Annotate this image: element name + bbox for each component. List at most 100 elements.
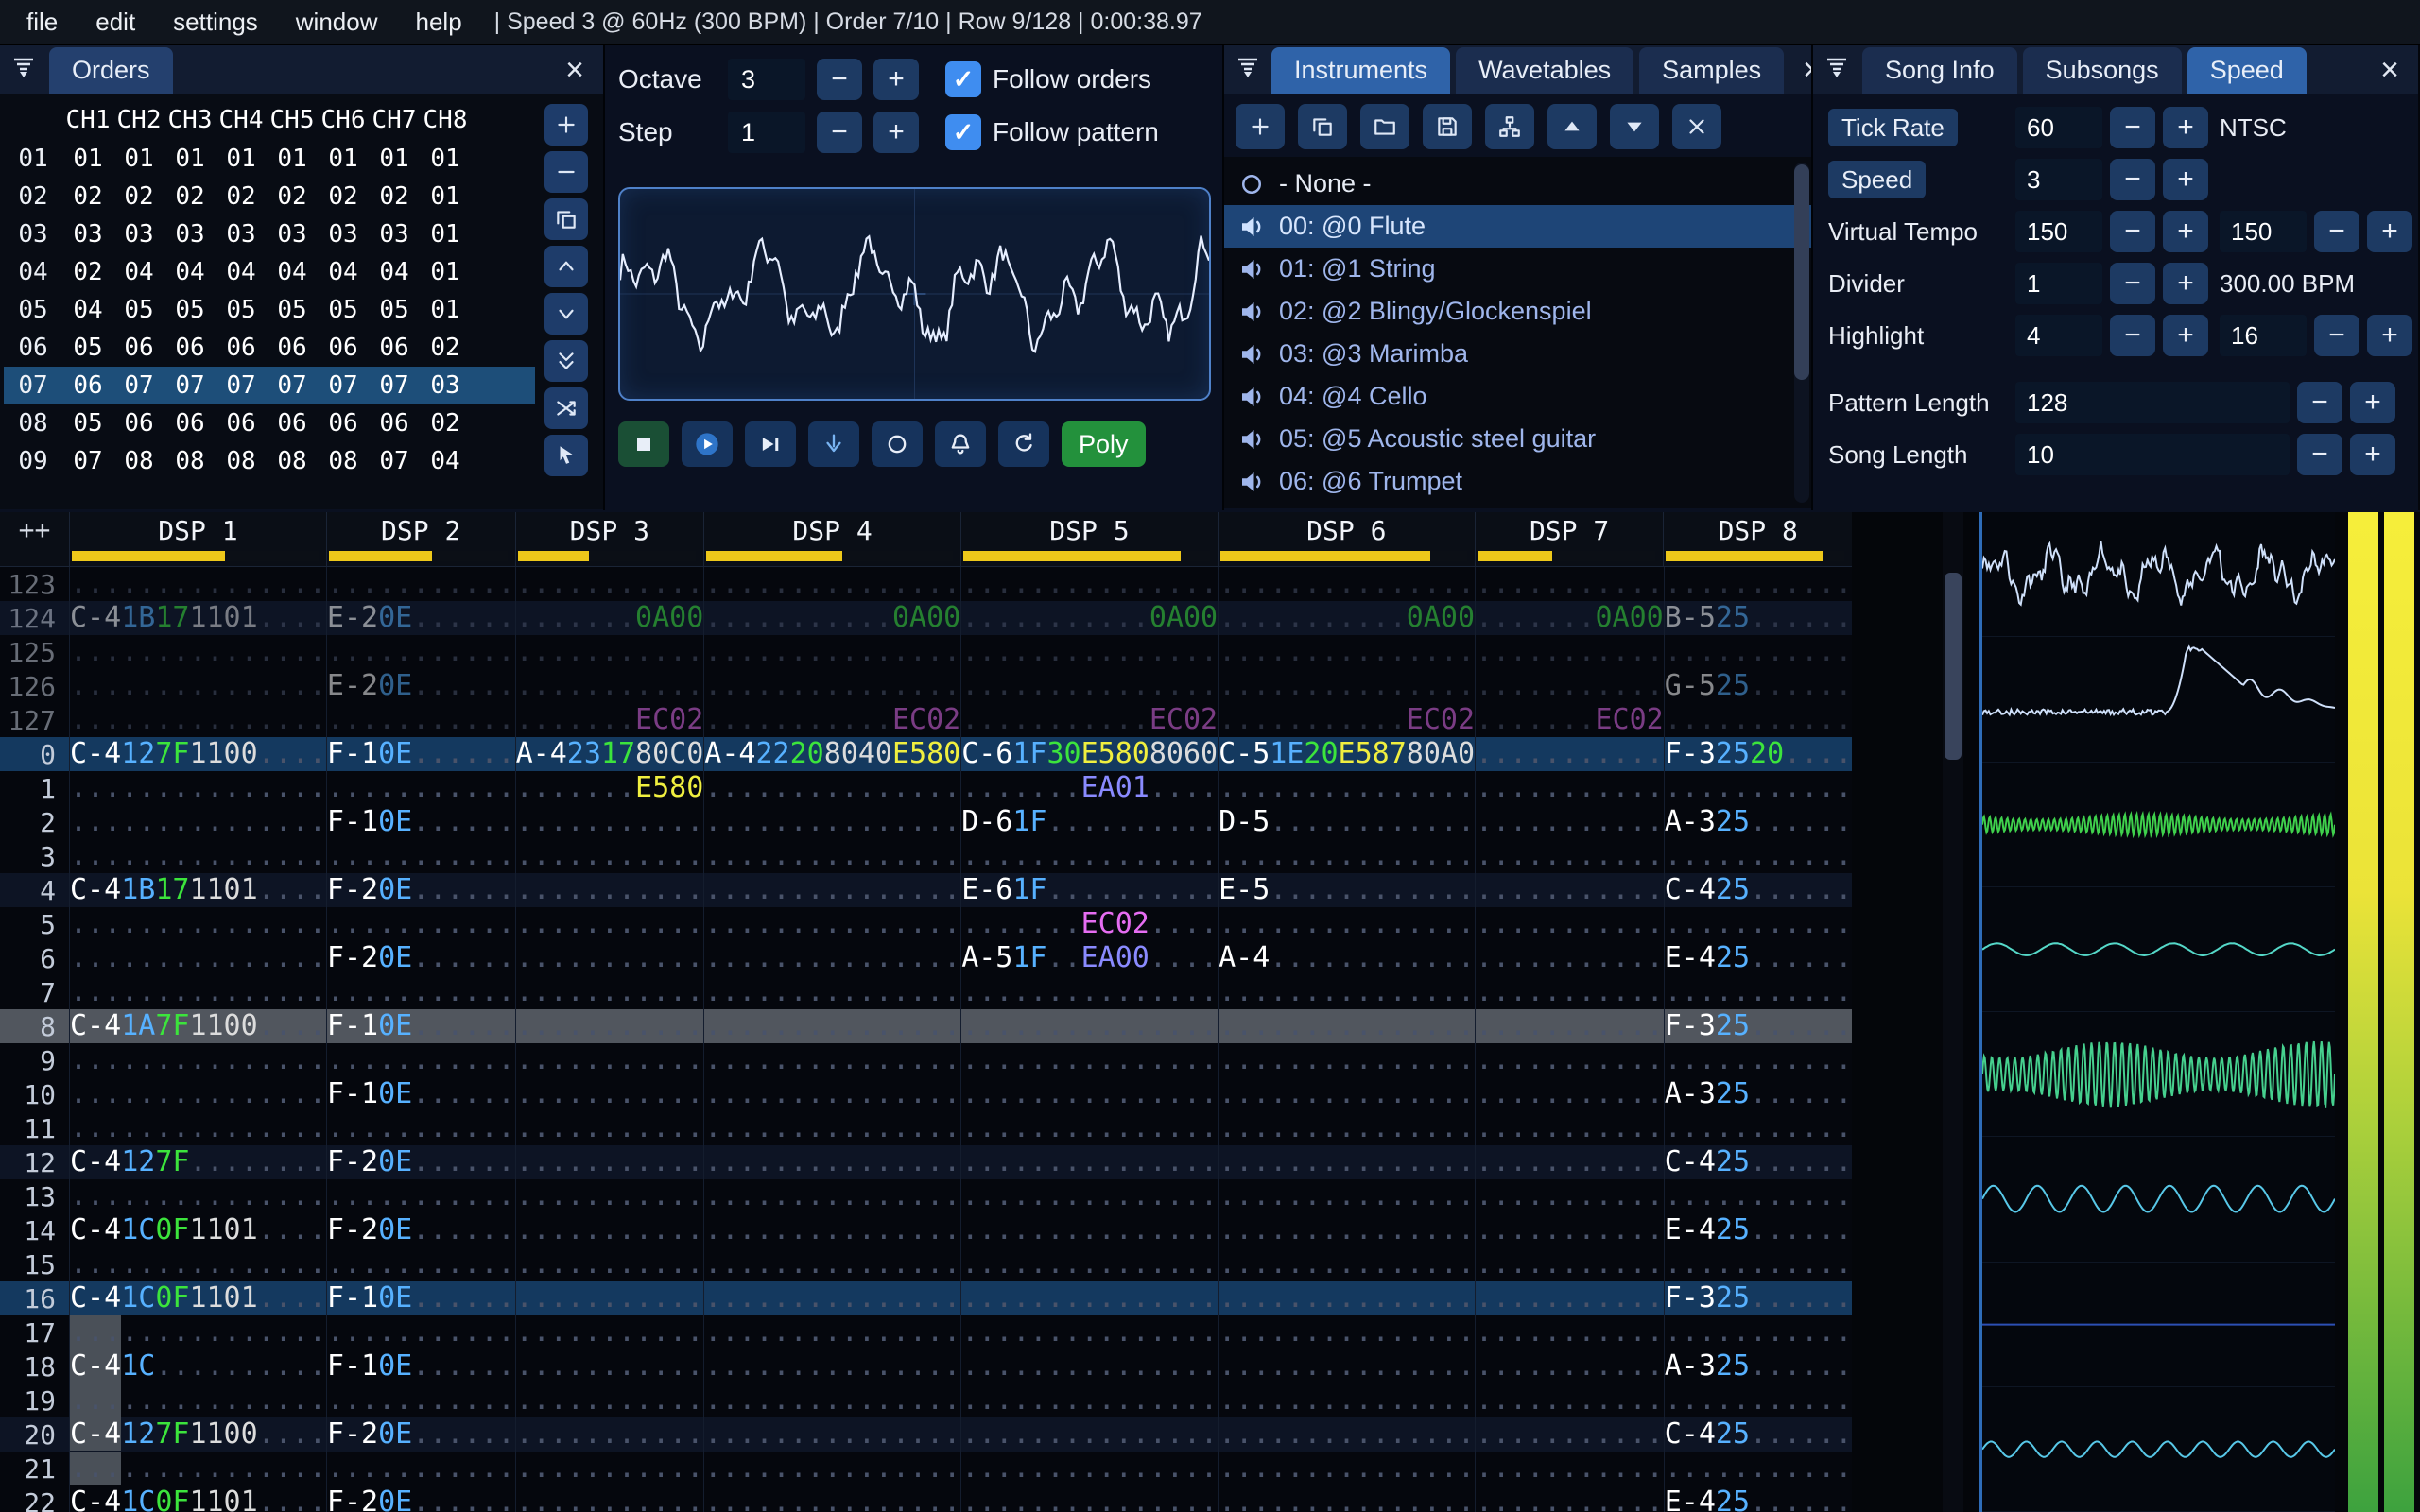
pattern-cell[interactable]: ............... xyxy=(69,1179,326,1213)
order-cell[interactable]: 03 xyxy=(369,220,420,249)
tab-wavetables[interactable]: Wavetables xyxy=(1456,47,1634,94)
record-button[interactable] xyxy=(872,421,923,467)
pattern-cell[interactable]: ............... xyxy=(703,1077,960,1111)
pattern-cell[interactable]: ............... xyxy=(69,1247,326,1281)
order-cell[interactable]: 02 xyxy=(62,258,113,286)
instruments-add-button[interactable] xyxy=(1236,104,1285,149)
order-cell[interactable]: 04 xyxy=(216,258,267,286)
order-cell[interactable]: 08 xyxy=(318,447,369,475)
pattern-cell[interactable]: ............... xyxy=(960,1383,1218,1418)
follow-orders-checkbox[interactable]: ✓ xyxy=(945,61,981,97)
pattern-cell[interactable]: C-425...... xyxy=(1663,873,1852,907)
order-cell[interactable]: 07 xyxy=(216,371,267,400)
pattern-cell[interactable]: ........... xyxy=(1475,1486,1664,1512)
order-cell[interactable]: 04 xyxy=(369,258,420,286)
pattern-cell[interactable]: ............... xyxy=(69,805,326,839)
pattern-cell[interactable]: ........... xyxy=(325,635,515,669)
order-cell[interactable]: 04 xyxy=(318,258,369,286)
order-cell[interactable]: 02 xyxy=(164,182,216,211)
pattern-cell[interactable]: ........... xyxy=(514,1452,703,1486)
pattern-cell[interactable]: ............... xyxy=(1218,907,1475,941)
pattern-cell[interactable]: ........... xyxy=(325,703,515,737)
pattern-cell[interactable]: ........... xyxy=(514,1418,703,1452)
follow-pattern-checkbox[interactable]: ✓ xyxy=(945,114,981,150)
channel-header-dsp-2[interactable]: DSP 2 xyxy=(325,512,515,566)
pattern-length-decrease-button[interactable]: − xyxy=(2297,382,2342,423)
pattern-cell[interactable]: ............... xyxy=(703,975,960,1009)
divider-input[interactable]: 1 xyxy=(2015,263,2102,304)
pattern-cell[interactable]: ........... xyxy=(1663,1111,1852,1145)
speed-decrease-button[interactable]: − xyxy=(2110,159,2155,200)
pattern-cell[interactable]: ............... xyxy=(960,1418,1218,1452)
order-cell[interactable]: 06 xyxy=(216,409,267,438)
song-length-input[interactable]: 10 xyxy=(2015,434,2290,475)
order-cell[interactable]: 01 xyxy=(318,145,369,173)
pattern-cell[interactable]: ...........EC02 xyxy=(703,703,960,737)
pattern-cell[interactable]: A-325...... xyxy=(1663,1077,1852,1111)
order-cell[interactable]: 07 xyxy=(318,371,369,400)
pattern-cell[interactable]: C-41C0F1101.... xyxy=(69,1213,326,1247)
pattern-cell[interactable]: ............... xyxy=(703,941,960,975)
order-cell[interactable]: 06 xyxy=(216,334,267,362)
menu-edit[interactable]: edit xyxy=(77,8,154,37)
order-cell[interactable]: 06 xyxy=(318,334,369,362)
divider-decrease-button[interactable]: − xyxy=(2110,263,2155,304)
pattern-cell[interactable]: ............... xyxy=(960,1213,1218,1247)
scrollbar-thumb[interactable] xyxy=(1794,164,1809,380)
pattern-cell[interactable]: ........... xyxy=(1475,975,1664,1009)
pattern-cell[interactable]: ............... xyxy=(1218,635,1475,669)
pattern-cell[interactable]: ............... xyxy=(960,1281,1218,1315)
pattern-cell[interactable]: ........... xyxy=(325,1383,515,1418)
instrument-item[interactable]: 06: @6 Trumpet xyxy=(1224,460,1811,503)
tab-instruments[interactable]: Instruments xyxy=(1271,47,1451,94)
window-menu-icon[interactable] xyxy=(1824,58,1851,82)
order-cell[interactable]: 02 xyxy=(369,182,420,211)
order-cell[interactable]: 03 xyxy=(164,220,216,249)
pattern-cell[interactable]: C-41C0F1101.... xyxy=(69,1281,326,1315)
pattern-cell[interactable]: ............... xyxy=(703,635,960,669)
highlight-second-input[interactable]: 16 xyxy=(2220,315,2307,356)
order-cell[interactable]: 01 xyxy=(267,145,318,173)
step-increase-button[interactable]: + xyxy=(873,112,919,153)
order-cell[interactable]: 05 xyxy=(318,296,369,324)
order-cell[interactable]: 08 xyxy=(267,447,318,475)
order-cell[interactable]: 03 xyxy=(318,220,369,249)
pattern-cell[interactable]: ............... xyxy=(703,1315,960,1349)
instruments-move-down-button[interactable] xyxy=(1610,104,1659,149)
pattern-cell[interactable]: ............... xyxy=(1218,1145,1475,1179)
pattern-cell[interactable]: ............... xyxy=(69,1383,326,1418)
octave-decrease-button[interactable]: − xyxy=(817,59,862,100)
pattern-cell[interactable]: .......E580 xyxy=(514,771,703,805)
instrument-item[interactable]: 05: @5 Acoustic steel guitar xyxy=(1224,418,1811,460)
instruments-move-up-button[interactable] xyxy=(1547,104,1597,149)
window-menu-icon[interactable] xyxy=(11,58,38,82)
pattern-cell[interactable]: ............... xyxy=(69,1043,326,1077)
speed-input[interactable]: 3 xyxy=(2015,159,2102,200)
pattern-cell[interactable]: C-41B171101.... xyxy=(69,601,326,635)
pattern-cell[interactable]: ............... xyxy=(960,1111,1218,1145)
order-cell[interactable]: 03 xyxy=(267,220,318,249)
pattern-cell[interactable]: ........... xyxy=(325,1452,515,1486)
pattern-cell[interactable]: .......EC02 xyxy=(1475,703,1664,737)
pattern-cell[interactable]: ........... xyxy=(514,1349,703,1383)
pattern-cell[interactable]: ........... xyxy=(1663,1179,1852,1213)
pattern-cell[interactable]: ........... xyxy=(325,1247,515,1281)
pattern-cell[interactable]: ........... xyxy=(1663,1452,1852,1486)
instruments-delete-button[interactable] xyxy=(1672,104,1721,149)
pattern-cell[interactable]: E-425...... xyxy=(1663,941,1852,975)
highlight-second-increase-button[interactable]: + xyxy=(2367,315,2412,356)
pattern-cell[interactable]: ........... xyxy=(1475,669,1664,703)
pattern-cell[interactable]: ........... xyxy=(1475,1145,1664,1179)
pattern-cell[interactable]: F-10E...... xyxy=(325,1281,515,1315)
pattern-cell[interactable]: ............... xyxy=(703,567,960,601)
order-cell[interactable]: 01 xyxy=(62,145,113,173)
pattern-cell[interactable]: ........... xyxy=(1475,1111,1664,1145)
pattern-cell[interactable]: C-4127F1100.... xyxy=(69,1418,326,1452)
pattern-cell[interactable]: ........... xyxy=(1475,567,1664,601)
order-row-number[interactable]: 04 xyxy=(4,258,62,286)
pattern-cell[interactable]: ............... xyxy=(69,635,326,669)
pattern-cell[interactable]: ...........0A00 xyxy=(960,601,1218,635)
pattern-cell[interactable]: ........... xyxy=(1475,873,1664,907)
pattern-cell[interactable]: ............... xyxy=(960,1077,1218,1111)
pattern-cell[interactable]: ........... xyxy=(514,975,703,1009)
